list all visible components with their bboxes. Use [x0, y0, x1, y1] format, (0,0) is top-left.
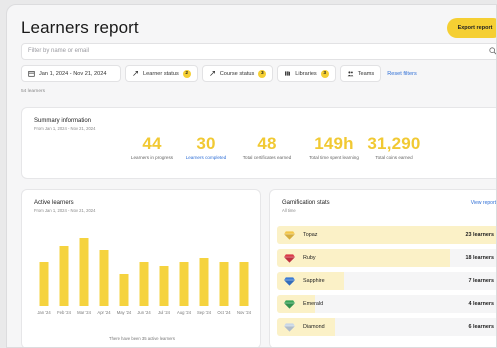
x-tick-label: Apr '24: [97, 310, 111, 315]
x-tick-label: Nov '24: [237, 310, 252, 315]
gamification-gem-name: Sapphire: [303, 278, 325, 284]
sapphire-gem-icon: [284, 277, 295, 286]
bar-mar-24[interactable]: [79, 238, 89, 306]
summary-title: Summary information: [34, 118, 92, 124]
teams-filter[interactable]: Teams: [339, 65, 382, 82]
libraries-count-badge: 3: [320, 69, 329, 78]
stat-total-time: 149h Total time spent learning: [300, 134, 368, 160]
stat-value: 31,290: [367, 134, 421, 153]
diamond-gem-icon: [284, 323, 295, 332]
gamification-gem-name: Ruby: [303, 255, 316, 261]
gamification-row-topaz: Topaz 23 learners: [277, 226, 496, 244]
learner-count: 54 learners: [21, 89, 45, 94]
x-tick-label: May '24: [117, 310, 132, 315]
gamification-gem-count: 6 learners: [468, 324, 494, 330]
gamification-gem-count: 4 learners: [468, 301, 494, 307]
gamification-gem-name: Diamond: [303, 324, 325, 330]
gamification-gem-count: 23 learners: [465, 232, 494, 238]
stat-learners-completed[interactable]: 30 Learners completed: [178, 134, 234, 160]
course-status-label: Course status: [219, 70, 255, 77]
app-window: Learners report Export report Filter by …: [6, 4, 497, 348]
bar-sep-24[interactable]: [199, 258, 209, 306]
x-tick-label: Jul '24: [158, 310, 171, 315]
bar-oct-24[interactable]: [219, 262, 229, 306]
stat-label: Total time spent learning: [309, 155, 359, 160]
active-learners-chart: Jan '24 Feb '24 Mar '24 Apr '24 May '24 Jun '…: [37, 238, 252, 315]
x-tick-label: Mar '24: [77, 310, 92, 315]
learner-status-filter[interactable]: Learner status 2: [125, 65, 198, 82]
bar-aug-24[interactable]: [179, 262, 189, 306]
ruby-gem-icon: [284, 254, 295, 263]
search-icon[interactable]: [489, 47, 497, 55]
learner-status-label: Learner status: [143, 70, 179, 77]
stat-value: 30: [196, 134, 216, 153]
search-input[interactable]: Filter by name or email: [21, 43, 497, 60]
library-icon: [285, 71, 291, 76]
libraries-label: Libraries: [295, 70, 317, 77]
gamification-gem-name: Emerald: [303, 301, 324, 307]
stat-learners-in-progress: 44 Learners in progress: [122, 134, 182, 160]
reset-filters-link[interactable]: Reset filters: [385, 65, 419, 82]
teams-icon: [347, 71, 354, 77]
emerald-gem-icon: [284, 300, 295, 309]
stat-value: 149h: [314, 134, 354, 153]
x-tick-label: Aug '24: [177, 310, 192, 315]
stat-label-link[interactable]: Learners completed: [178, 155, 234, 160]
summary-subtitle: From Jan 1, 2024 - Nov 21, 2024: [34, 126, 96, 131]
stat-label: Learners in progress: [130, 155, 174, 160]
gamification-gem-name: Topaz: [303, 232, 318, 238]
gamification-row-sapphire: Sapphire 7 learners: [277, 272, 496, 290]
stat-label: Total certificates earned: [242, 155, 292, 160]
course-status-filter[interactable]: Course status 3: [201, 65, 274, 82]
bar-jul-24[interactable]: [159, 266, 169, 306]
gamification-title: Gamification stats: [282, 200, 330, 206]
active-learners-footer: There have been 35 active learners: [109, 336, 175, 341]
bar-jan-24[interactable]: [39, 262, 49, 306]
summary-card: Summary information From Jan 1, 2024 - N…: [21, 107, 496, 179]
view-report-link[interactable]: View report: [471, 200, 496, 206]
stat-label: Total coins earned: [375, 155, 413, 160]
gamification-row-emerald: Emerald 4 learners: [277, 295, 496, 313]
stat-total-certificates: 48 Total certificates earned: [234, 134, 300, 160]
gamification-row-diamond: Diamond 6 learners: [277, 318, 496, 336]
learner-status-count-badge: 2: [182, 69, 191, 78]
gamification-card: Gamification stats All time View report …: [269, 189, 496, 347]
bar-apr-24[interactable]: [99, 250, 109, 306]
x-tick-label: Jan '24: [37, 310, 51, 315]
gamification-row-ruby: Ruby 18 learners: [277, 249, 496, 267]
teams-label: Teams: [357, 70, 375, 77]
stat-value: 44: [142, 134, 162, 153]
filter-bar: Jan 1, 2024 - Nov 21, 2024 Learner statu…: [21, 65, 419, 82]
date-range-label: Jan 1, 2024 - Nov 21, 2024: [39, 70, 107, 77]
bar-nov-24[interactable]: [239, 262, 249, 306]
active-learners-card: Active learners From Jan 1, 2024 - Nov 2…: [21, 189, 261, 347]
bar-jun-24[interactable]: [139, 262, 149, 306]
x-tick-label: Feb '24: [57, 310, 72, 315]
filter-icon: [209, 71, 215, 76]
gamification-gem-count: 7 learners: [468, 278, 494, 284]
calendar-icon: [28, 71, 35, 77]
bar-feb-24[interactable]: [59, 246, 69, 306]
bar-may-24[interactable]: [119, 274, 129, 306]
x-tick-label: Oct '24: [217, 310, 231, 315]
stat-value: 48: [257, 134, 277, 153]
x-tick-label: Jun '24: [137, 310, 151, 315]
export-report-button[interactable]: Export report: [447, 18, 496, 38]
filter-icon: [133, 71, 138, 76]
page-title: Learners report: [21, 18, 139, 37]
date-range-filter[interactable]: Jan 1, 2024 - Nov 21, 2024: [21, 65, 121, 82]
x-tick-label: Sep '24: [197, 310, 212, 315]
libraries-filter[interactable]: Libraries 3: [277, 65, 336, 82]
stat-total-coins: 31,290 Total coins earned: [366, 134, 422, 160]
search-placeholder: Filter by name or email: [28, 48, 90, 54]
gamification-subtitle: All time: [282, 208, 296, 213]
topaz-gem-icon: [284, 231, 295, 240]
course-status-count-badge: 3: [258, 69, 267, 78]
gamification-gem-count: 18 learners: [465, 255, 494, 261]
